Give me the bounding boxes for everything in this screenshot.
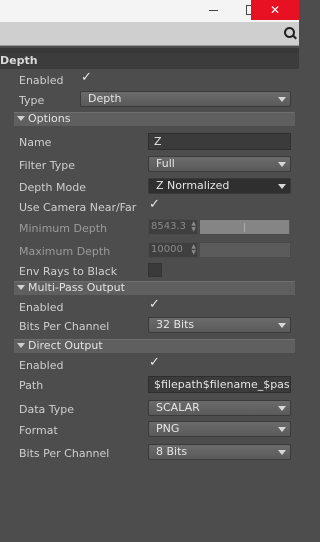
spinner-icon[interactable]: ▲ ▼ — [191, 221, 196, 233]
use-camera-checkbox[interactable] — [148, 197, 162, 213]
enabled-label: Enabled — [19, 74, 64, 87]
multipass-enabled-label: Enabled — [19, 301, 64, 314]
chevron-down-icon — [278, 406, 286, 411]
options-section-title: Options — [28, 112, 71, 125]
direct-section-header[interactable]: Direct Output — [14, 339, 295, 353]
enabled-checkbox[interactable] — [80, 70, 94, 86]
type-label: Type — [19, 94, 45, 107]
panel-header-bar — [0, 53, 299, 69]
direct-bits-value: 8 Bits — [156, 445, 188, 458]
options-section-header[interactable]: Options — [14, 112, 295, 126]
multipass-section-title: Multi-Pass Output — [28, 281, 125, 294]
spinner-icon[interactable]: ▲ ▼ — [191, 244, 196, 256]
multipass-bits-dropdown[interactable]: 32 Bits — [148, 317, 291, 333]
filter-type-value: Full — [156, 157, 175, 170]
name-label: Name — [19, 136, 52, 149]
chevron-down-icon — [278, 97, 286, 102]
close-icon[interactable]: ✕ — [251, 0, 299, 20]
data-type-dropdown[interactable]: SCALAR — [148, 400, 291, 416]
max-depth-input[interactable]: 10000 ▲ ▼ — [148, 242, 198, 258]
multipass-bits-value: 32 Bits — [156, 318, 195, 331]
env-rays-label: Env Rays to Black — [19, 265, 118, 278]
toolbar — [0, 22, 299, 46]
max-depth-label: Maximum Depth — [19, 245, 111, 258]
min-depth-value: 8543.3 — [151, 221, 186, 232]
depth-mode-label: Depth Mode — [19, 181, 86, 194]
search-icon[interactable] — [281, 26, 299, 42]
depth-mode-value: Z Normalized — [156, 179, 230, 192]
min-depth-slider[interactable] — [199, 219, 291, 235]
direct-section-title: Direct Output — [28, 339, 103, 352]
filter-type-dropdown[interactable]: Full — [148, 156, 291, 172]
min-depth-input[interactable]: 8543.3 ▲ ▼ — [148, 219, 198, 235]
path-label: Path — [19, 379, 44, 392]
multipass-enabled-checkbox[interactable] — [148, 297, 162, 313]
max-depth-value: 10000 — [151, 244, 183, 255]
format-value: PNG — [156, 422, 180, 435]
use-camera-label: Use Camera Near/Far — [19, 201, 137, 214]
chevron-down-icon — [278, 427, 286, 432]
window-title-bar: ✕ — [0, 0, 299, 22]
direct-bits-label: Bits Per Channel — [19, 447, 110, 460]
min-depth-label: Minimum Depth — [19, 222, 107, 235]
format-label: Format — [19, 424, 58, 437]
direct-bits-dropdown[interactable]: 8 Bits — [148, 444, 291, 460]
multipass-bits-label: Bits Per Channel — [19, 320, 110, 333]
direct-enabled-label: Enabled — [19, 359, 64, 372]
data-type-value: SCALAR — [156, 401, 200, 414]
data-type-label: Data Type — [19, 403, 75, 416]
depth-mode-dropdown[interactable]: Z Normalized — [148, 178, 291, 194]
multipass-section-header[interactable]: Multi-Pass Output — [14, 281, 295, 295]
triangle-down-icon — [17, 285, 25, 290]
chevron-down-icon — [278, 450, 286, 455]
name-field[interactable]: Z — [148, 133, 291, 150]
triangle-down-icon — [17, 343, 25, 348]
direct-enabled-checkbox[interactable] — [148, 355, 162, 371]
env-rays-checkbox[interactable] — [148, 263, 162, 277]
format-dropdown[interactable]: PNG — [148, 421, 291, 437]
chevron-down-icon — [278, 184, 286, 189]
max-depth-slider[interactable] — [199, 242, 291, 258]
panel-title: Depth — [0, 54, 38, 67]
type-value: Depth — [88, 92, 122, 105]
path-field[interactable]: $filepath$filename_$pass — [148, 376, 291, 393]
chevron-down-icon — [278, 323, 286, 328]
filter-type-label: Filter Type — [19, 159, 76, 172]
chevron-down-icon — [278, 162, 286, 167]
triangle-down-icon — [17, 116, 25, 121]
minimize-icon[interactable] — [195, 0, 232, 20]
type-dropdown[interactable]: Depth — [80, 91, 291, 107]
slider-mark — [244, 223, 245, 232]
